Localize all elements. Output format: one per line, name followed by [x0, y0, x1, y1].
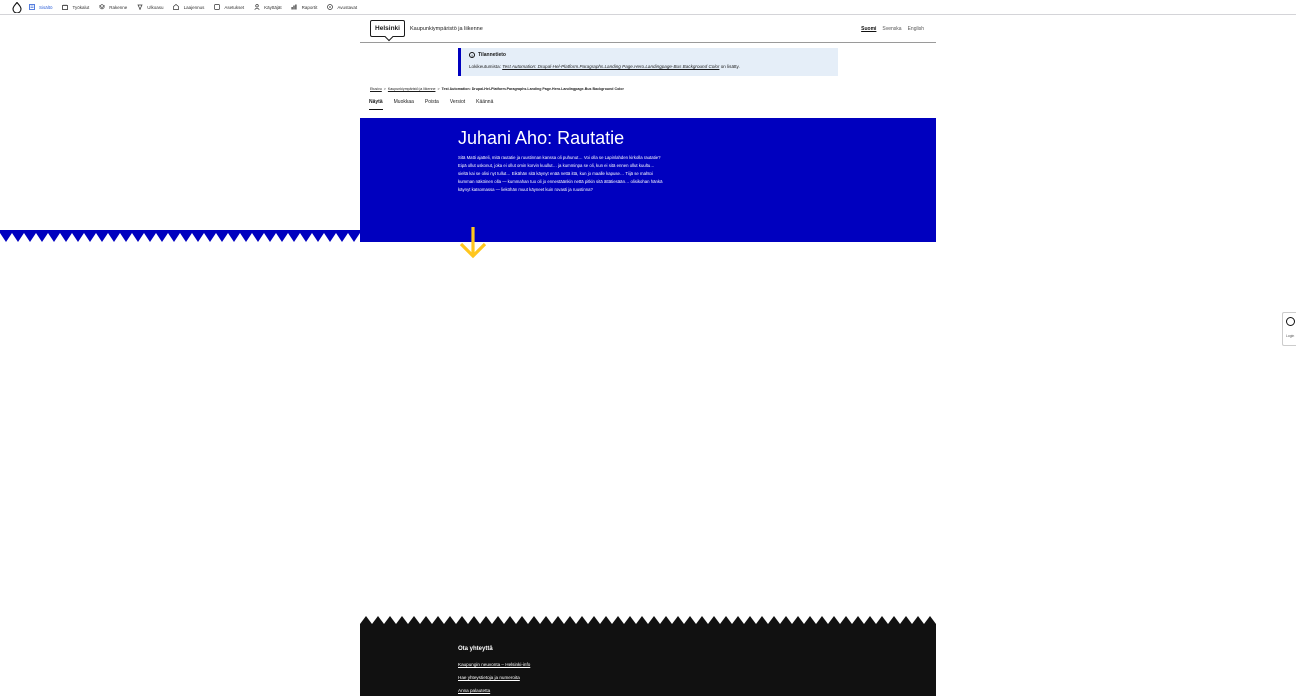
chat-icon [1286, 317, 1295, 326]
hero-description: Sitä Matti ajatteli, mitä rautatie ja ru… [458, 155, 663, 192]
admin-item-structure[interactable]: Rakenne [98, 4, 127, 11]
hero-wave-edge [0, 230, 576, 242]
document-icon [28, 4, 35, 11]
breadcrumb-current: Test Automation: Drupal-Hel-Platform.Par… [441, 87, 624, 91]
admin-item-label: Työkalut [72, 4, 90, 10]
admin-item-reports[interactable]: Raportit [291, 4, 318, 11]
chat-widget[interactable]: Login [1282, 312, 1296, 346]
admin-item-label: Ulkoasu [147, 4, 164, 10]
admin-item-tools[interactable]: Työkalut [62, 4, 90, 11]
admin-item-appearance[interactable]: Ulkoasu [136, 4, 164, 11]
admin-item-label: Käyttäjät [264, 4, 282, 10]
admin-item-configuration[interactable]: Asetukset [213, 4, 244, 11]
hero-title: Juhani Aho: Rautatie [458, 128, 625, 148]
language-fi[interactable]: Suomi [861, 26, 876, 32]
admin-item-people[interactable]: Käyttäjät [253, 4, 282, 11]
admin-item-help[interactable]: Avustavat [326, 4, 357, 11]
breadcrumb-home[interactable]: Etusivu [370, 87, 382, 91]
chart-icon [291, 4, 298, 11]
admin-item-extend[interactable]: Laajennus [173, 4, 205, 11]
footer-link-feedback[interactable]: Anna palautetta [458, 688, 490, 693]
notification-suffix: on lisätty. [719, 64, 740, 69]
admin-toolbar: Sisältö Työkalut Rakenne Ulkoasu Laajenn… [0, 0, 1296, 15]
tab-translate[interactable]: Käännä [476, 99, 493, 110]
admin-item-label: Asetukset [224, 4, 245, 10]
admin-item-label: Laajennus [183, 4, 205, 10]
box-icon [213, 4, 220, 11]
site-header: Helsinki Kaupunkiympäristö ja liikenne S… [360, 16, 936, 43]
puzzle-icon [173, 4, 180, 11]
breadcrumb-section[interactable]: Kaupunkiympäristö ja liikenne [388, 87, 436, 91]
toolbox-icon [62, 4, 69, 11]
tab-revisions[interactable]: Versiot [450, 99, 465, 110]
logo-text: Helsinki [375, 25, 400, 32]
layers-icon [98, 4, 105, 11]
hero-section: Juhani Aho: Rautatie Sitä Matti ajatteli… [360, 118, 936, 242]
tab-edit[interactable]: Muokkaa [394, 99, 414, 110]
local-tasks-tabs: Näytä Muokkaa Poista Versiot Käännä [369, 99, 493, 110]
admin-item-label: Sisältö [39, 4, 53, 10]
notification-body: Lokikeutumista: Test Automation: Drupal-… [469, 64, 830, 69]
admin-item-label: Rakenne [109, 4, 128, 10]
help-icon [326, 4, 333, 11]
language-switcher: Suomi Svenska English [861, 26, 924, 32]
status-notification: i Tilannetieto Lokikeutumista: Test Auto… [458, 48, 838, 76]
language-en[interactable]: English [908, 26, 924, 32]
footer-link-helsinki-info[interactable]: Kaupungin neuvonta – Helsinki-info [458, 662, 530, 667]
drupal-drop-icon[interactable] [12, 1, 22, 13]
language-sv[interactable]: Svenska [882, 26, 901, 32]
breadcrumb-separator: > [437, 87, 440, 91]
notification-title: Tilannetieto [478, 52, 506, 58]
brush-icon [136, 4, 143, 11]
admin-item-content[interactable]: Sisältö [28, 4, 53, 11]
footer-background [360, 624, 936, 696]
admin-item-label: Avustavat [337, 4, 358, 10]
notification-title-row: i Tilannetieto [469, 52, 830, 58]
info-icon: i [469, 52, 475, 58]
site-name[interactable]: Kaupunkiympäristö ja liikenne [410, 26, 483, 32]
site-footer: Ota yhteyttä Kaupungin neuvonta – Helsin… [360, 616, 936, 696]
notification-prefix: Lokikeutumista: [469, 64, 503, 69]
footer-title: Ota yhteyttä [458, 646, 493, 652]
breadcrumb-separator: > [383, 87, 386, 91]
helsinki-logo[interactable]: Helsinki [370, 20, 405, 37]
scroll-down-arrow-icon[interactable] [459, 226, 487, 259]
breadcrumb: Etusivu > Kaupunkiympäristö ja liikenne … [370, 87, 624, 91]
tab-view[interactable]: Näytä [369, 99, 383, 110]
footer-link-contacts[interactable]: Hae yhteystietoja ja numeroita [458, 675, 520, 680]
user-icon [253, 4, 260, 11]
notification-link[interactable]: Test Automation: Drupal-Hel-Platform.Par… [502, 64, 719, 69]
admin-item-label: Raportit [301, 4, 318, 10]
chat-widget-label: Login [1286, 334, 1295, 338]
tab-delete[interactable]: Poista [425, 99, 439, 110]
